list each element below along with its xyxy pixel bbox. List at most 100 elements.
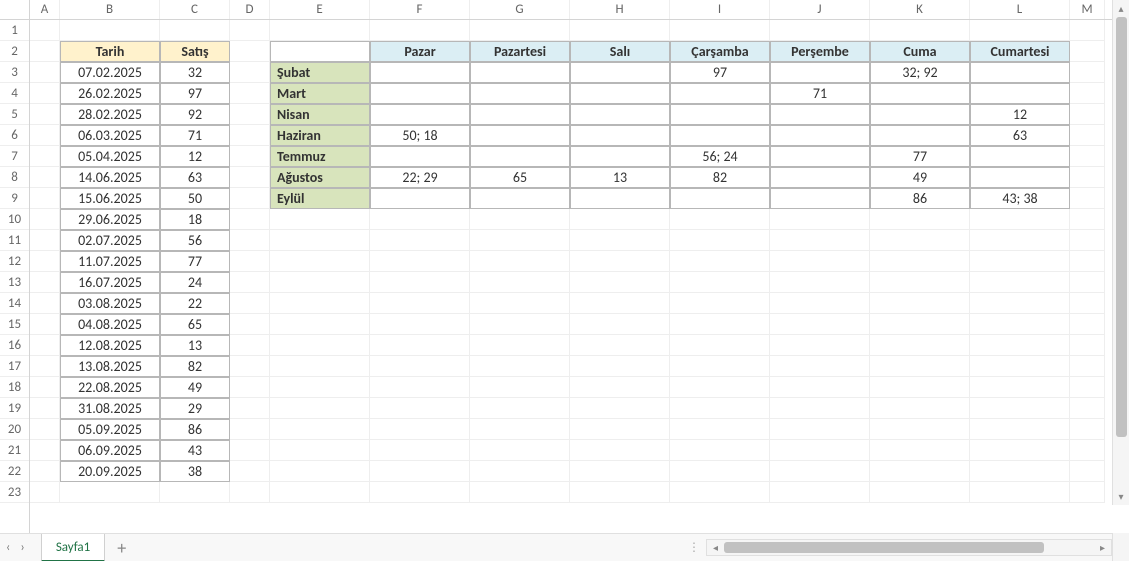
cell-H4[interactable] (570, 83, 670, 104)
cell-G3[interactable] (470, 62, 570, 83)
cell-A5[interactable] (30, 104, 60, 125)
cell-M16[interactable] (1070, 335, 1105, 356)
cell-F21[interactable] (370, 440, 470, 461)
cell-F1[interactable] (370, 20, 470, 41)
cell-G19[interactable] (470, 398, 570, 419)
cell-F22[interactable] (370, 461, 470, 482)
column-header-C[interactable]: C (160, 0, 230, 19)
cell-B6[interactable]: 06.03.2025 (60, 125, 160, 146)
cell-B11[interactable]: 02.07.2025 (60, 230, 160, 251)
cell-I9[interactable] (670, 188, 770, 209)
cell-C7[interactable]: 12 (160, 146, 230, 167)
cell-E1[interactable] (270, 20, 370, 41)
cell-E21[interactable] (270, 440, 370, 461)
cell-J9[interactable] (770, 188, 870, 209)
cell-K19[interactable] (870, 398, 970, 419)
cell-K7[interactable]: 77 (870, 146, 970, 167)
cell-E15[interactable] (270, 314, 370, 335)
cell-F2[interactable]: Pazar (370, 41, 470, 62)
cell-A4[interactable] (30, 83, 60, 104)
tab-nav-next[interactable]: › (20, 540, 24, 555)
cell-B23[interactable] (60, 482, 160, 503)
cell-D20[interactable] (230, 419, 270, 440)
row-header-9[interactable]: 9 (0, 188, 29, 209)
horizontal-scrollbar[interactable]: ◂ ▸ (706, 539, 1112, 556)
cell-H6[interactable] (570, 125, 670, 146)
cell-M22[interactable] (1070, 461, 1105, 482)
cell-H22[interactable] (570, 461, 670, 482)
cell-J10[interactable] (770, 209, 870, 230)
cell-I15[interactable] (670, 314, 770, 335)
cell-M9[interactable] (1070, 188, 1105, 209)
cell-F4[interactable] (370, 83, 470, 104)
vertical-scroll-thumb[interactable] (1116, 17, 1127, 437)
horizontal-scroll-track[interactable] (724, 540, 1094, 555)
cell-M12[interactable] (1070, 251, 1105, 272)
cell-L13[interactable] (970, 272, 1070, 293)
cell-L16[interactable] (970, 335, 1070, 356)
cell-J6[interactable] (770, 125, 870, 146)
cell-F17[interactable] (370, 356, 470, 377)
column-header-L[interactable]: L (970, 0, 1070, 19)
cell-C11[interactable]: 56 (160, 230, 230, 251)
cell-B21[interactable]: 06.09.2025 (60, 440, 160, 461)
cell-I8[interactable]: 82 (670, 167, 770, 188)
row-header-19[interactable]: 19 (0, 398, 29, 419)
scroll-right-arrow[interactable]: ▸ (1094, 540, 1111, 555)
row-header-20[interactable]: 20 (0, 419, 29, 440)
cell-J15[interactable] (770, 314, 870, 335)
cell-L18[interactable] (970, 377, 1070, 398)
cell-L2[interactable]: Cumartesi (970, 41, 1070, 62)
cell-H10[interactable] (570, 209, 670, 230)
cell-A13[interactable] (30, 272, 60, 293)
cell-G15[interactable] (470, 314, 570, 335)
cell-B3[interactable]: 07.02.2025 (60, 62, 160, 83)
cell-L15[interactable] (970, 314, 1070, 335)
cell-H20[interactable] (570, 419, 670, 440)
row-header-5[interactable]: 5 (0, 104, 29, 125)
cell-H23[interactable] (570, 482, 670, 503)
cell-M11[interactable] (1070, 230, 1105, 251)
cell-G8[interactable]: 65 (470, 167, 570, 188)
cell-B8[interactable]: 14.06.2025 (60, 167, 160, 188)
cell-I10[interactable] (670, 209, 770, 230)
cell-F13[interactable] (370, 272, 470, 293)
cell-D21[interactable] (230, 440, 270, 461)
cell-M13[interactable] (1070, 272, 1105, 293)
cell-C20[interactable]: 86 (160, 419, 230, 440)
cell-I12[interactable] (670, 251, 770, 272)
row-header-18[interactable]: 18 (0, 377, 29, 398)
cell-M18[interactable] (1070, 377, 1105, 398)
cell-B16[interactable]: 12.08.2025 (60, 335, 160, 356)
cell-L4[interactable] (970, 83, 1070, 104)
cell-E19[interactable] (270, 398, 370, 419)
cell-J23[interactable] (770, 482, 870, 503)
cell-G6[interactable] (470, 125, 570, 146)
column-header-G[interactable]: G (470, 0, 570, 19)
cell-L14[interactable] (970, 293, 1070, 314)
column-header-I[interactable]: I (670, 0, 770, 19)
cell-E13[interactable] (270, 272, 370, 293)
cell-I13[interactable] (670, 272, 770, 293)
cell-J16[interactable] (770, 335, 870, 356)
cell-A9[interactable] (30, 188, 60, 209)
cell-A19[interactable] (30, 398, 60, 419)
cell-J3[interactable] (770, 62, 870, 83)
cell-E8[interactable]: Ağustos (270, 167, 370, 188)
cell-M1[interactable] (1070, 20, 1105, 41)
cell-A3[interactable] (30, 62, 60, 83)
cell-D1[interactable] (230, 20, 270, 41)
cell-L10[interactable] (970, 209, 1070, 230)
cell-C6[interactable]: 71 (160, 125, 230, 146)
cell-C9[interactable]: 50 (160, 188, 230, 209)
cell-G13[interactable] (470, 272, 570, 293)
cell-M23[interactable] (1070, 482, 1105, 503)
cell-J17[interactable] (770, 356, 870, 377)
cell-L3[interactable] (970, 62, 1070, 83)
cell-D23[interactable] (230, 482, 270, 503)
cell-F11[interactable] (370, 230, 470, 251)
cell-D15[interactable] (230, 314, 270, 335)
cell-I6[interactable] (670, 125, 770, 146)
tab-nav-prev[interactable]: ‹ (6, 540, 10, 555)
scroll-left-arrow[interactable]: ◂ (707, 540, 724, 555)
